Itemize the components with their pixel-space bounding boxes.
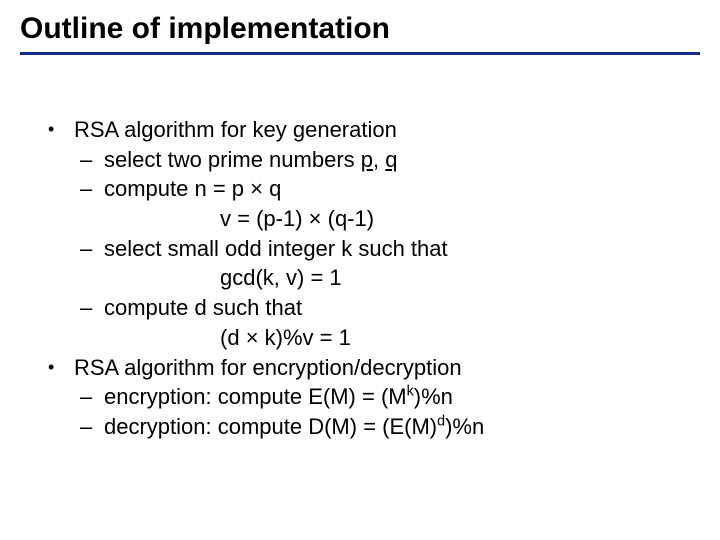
variable-p: p xyxy=(361,147,373,172)
list-item: • RSA algorithm for key generation xyxy=(48,115,700,145)
continuation-line: (d × k)%v = 1 xyxy=(48,323,700,353)
text-run: )%n xyxy=(414,384,453,409)
sub-bullet-text: decryption: compute D(M) = (E(M)d)%n xyxy=(104,412,484,442)
sub-bullet-text: select two prime numbers p, q xyxy=(104,145,398,175)
slide: Outline of implementation • RSA algorith… xyxy=(0,0,720,540)
superscript-k: k xyxy=(407,384,414,400)
slide-title: Outline of implementation xyxy=(20,12,700,46)
list-item: – decryption: compute D(M) = (E(M)d)%n xyxy=(48,412,700,442)
dash-icon: – xyxy=(80,145,104,175)
bullet-icon: • xyxy=(48,353,74,381)
text-run: , xyxy=(373,147,385,172)
list-item: – select small odd integer k such that xyxy=(48,234,700,264)
continuation-line: v = (p-1) × (q-1) xyxy=(48,204,700,234)
sub-bullet-text: compute n = p × q xyxy=(104,174,281,204)
bullet-text: RSA algorithm for key generation xyxy=(74,115,397,145)
continuation-line: gcd(k, v) = 1 xyxy=(48,263,700,293)
dash-icon: – xyxy=(80,234,104,264)
bullet-text: RSA algorithm for encryption/decryption xyxy=(74,353,462,383)
text-run: (q-1) xyxy=(322,206,375,231)
slide-content: • RSA algorithm for key generation – sel… xyxy=(20,115,700,442)
text-run: (d xyxy=(220,325,246,350)
times-icon: × xyxy=(250,176,263,201)
variable-q: q xyxy=(385,147,397,172)
dash-icon: – xyxy=(80,412,104,442)
superscript-d: d xyxy=(437,414,445,430)
sub-bullet-text: select small odd integer k such that xyxy=(104,234,448,264)
times-icon: × xyxy=(246,325,259,350)
list-item: – compute d such that xyxy=(48,293,700,323)
bullet-icon: • xyxy=(48,115,74,143)
text-run: encryption: compute E(M) = (M xyxy=(104,384,407,409)
text-run: q xyxy=(263,176,281,201)
text-run: select two prime numbers xyxy=(104,147,361,172)
text-run: v = (p-1) xyxy=(220,206,309,231)
dash-icon: – xyxy=(80,293,104,323)
list-item: – compute n = p × q xyxy=(48,174,700,204)
sub-bullet-text: compute d such that xyxy=(104,293,302,323)
text-run: k)%v = 1 xyxy=(259,325,351,350)
text-run: )%n xyxy=(445,414,484,439)
sub-bullet-text: encryption: compute E(M) = (Mk)%n xyxy=(104,382,453,412)
dash-icon: – xyxy=(80,174,104,204)
list-item: – select two prime numbers p, q xyxy=(48,145,700,175)
list-item: • RSA algorithm for encryption/decryptio… xyxy=(48,353,700,383)
text-run: decryption: compute D(M) = (E(M) xyxy=(104,414,437,439)
dash-icon: – xyxy=(80,382,104,412)
title-rule xyxy=(20,52,700,55)
times-icon: × xyxy=(309,206,322,231)
text-run: compute n = p xyxy=(104,176,250,201)
list-item: – encryption: compute E(M) = (Mk)%n xyxy=(48,382,700,412)
